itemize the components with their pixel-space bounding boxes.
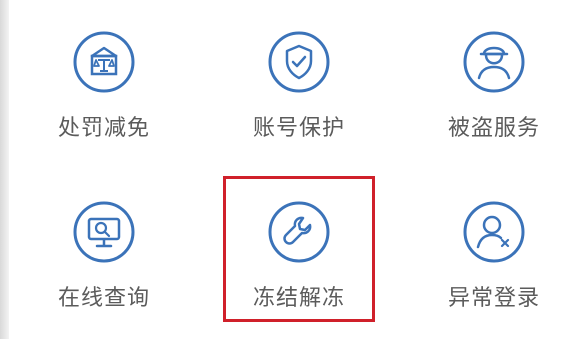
tile-label: 处罚减免 (57, 116, 150, 141)
tile-label: 异常登录 (447, 286, 540, 311)
tile-online-query[interactable]: 在线查询 (24, 200, 184, 330)
tile-label: 在线查询 (57, 286, 150, 311)
user-alert-icon (462, 200, 526, 264)
thief-icon (462, 30, 526, 94)
tile-theft-service[interactable]: 被盗服务 (414, 30, 574, 160)
tile-penalty-reduction[interactable]: 处罚减免 (24, 30, 184, 160)
courthouse-icon (72, 30, 136, 94)
selection-highlight-box (223, 176, 375, 322)
tile-label: 账号保护 (252, 116, 345, 141)
service-grid-screen: 处罚减免 账号保护 被盗服务 在线查询 冻结解冻 异常登录 (0, 0, 584, 339)
tile-label: 被盗服务 (447, 116, 540, 141)
tile-abnormal-login[interactable]: 异常登录 (414, 200, 574, 330)
tile-account-protection[interactable]: 账号保护 (219, 30, 379, 160)
monitor-search-icon (72, 200, 136, 264)
shield-check-icon (267, 30, 331, 94)
